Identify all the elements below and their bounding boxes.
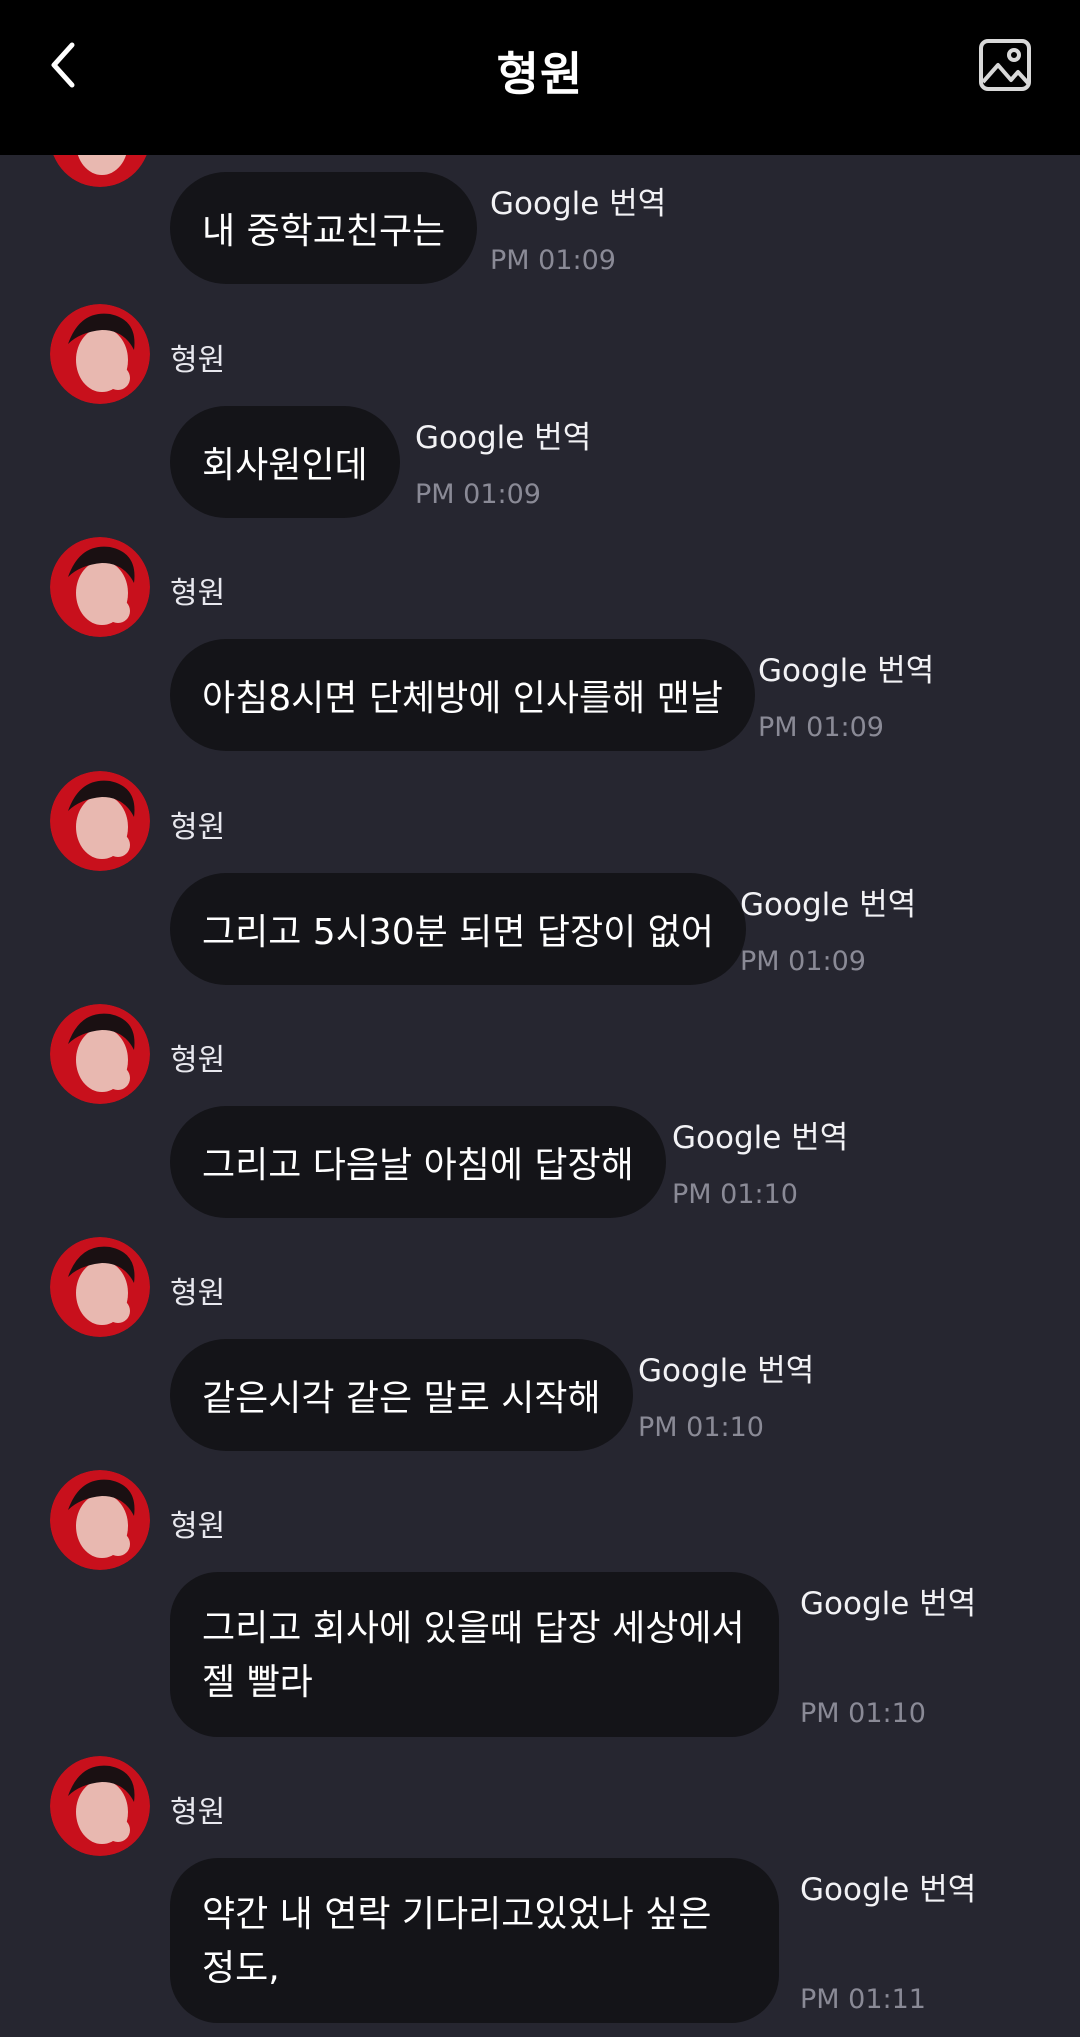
- message-bubble[interactable]: 그리고 5시30분 되면 답장이 없어: [170, 873, 746, 985]
- avatar[interactable]: [50, 537, 150, 637]
- sender-name: 형원: [170, 576, 226, 611]
- message-bubble[interactable]: 회사원인데: [170, 406, 400, 518]
- google-translate-link[interactable]: Google 번역: [415, 412, 591, 457]
- message-timestamp: PM 01:09: [415, 479, 541, 510]
- message-bubble[interactable]: 내 중학교친구는: [170, 172, 478, 284]
- message-timestamp: PM 01:10: [800, 1698, 926, 1729]
- chat-message-list[interactable]: 내 중학교친구는 Google 번역 PM 01:09 형원 회사원인데 Goo…: [0, 155, 1080, 2037]
- message-timestamp: PM 01:10: [638, 1412, 764, 1443]
- message-timestamp: PM 01:11: [800, 1984, 926, 2015]
- sender-name: 형원: [170, 1509, 226, 1544]
- message-bubble[interactable]: 아침8시면 단체방에 인사를해 맨날: [170, 639, 755, 751]
- chat-header: 형원: [0, 0, 1080, 155]
- message-bubble[interactable]: 같은시각 같은 말로 시작해: [170, 1339, 633, 1451]
- sender-name: 형원: [170, 1276, 226, 1311]
- google-translate-link[interactable]: Google 번역: [800, 1578, 976, 1623]
- google-translate-link[interactable]: Google 번역: [638, 1345, 814, 1390]
- chat-title: 형원: [496, 47, 584, 101]
- gallery-button[interactable]: [978, 38, 1032, 92]
- avatar[interactable]: [50, 155, 150, 187]
- sender-name: 형원: [170, 810, 226, 845]
- avatar[interactable]: [50, 1004, 150, 1104]
- avatar[interactable]: [50, 1237, 150, 1337]
- message-timestamp: PM 01:09: [758, 712, 884, 743]
- message-timestamp: PM 01:09: [490, 245, 616, 276]
- sender-name: 형원: [170, 343, 226, 378]
- google-translate-link[interactable]: Google 번역: [490, 178, 666, 223]
- avatar[interactable]: [50, 1756, 150, 1856]
- avatar[interactable]: [50, 1470, 150, 1570]
- image-icon: [979, 39, 1031, 91]
- message-bubble[interactable]: 약간 내 연락 기다리고있었나 싶은 정도,: [170, 1858, 779, 2023]
- google-translate-link[interactable]: Google 번역: [800, 1864, 976, 1909]
- avatar[interactable]: [50, 304, 150, 404]
- google-translate-link[interactable]: Google 번역: [740, 879, 916, 924]
- message-timestamp: PM 01:09: [740, 946, 866, 977]
- google-translate-link[interactable]: Google 번역: [672, 1112, 848, 1157]
- message-bubble[interactable]: 그리고 다음날 아침에 답장해: [170, 1106, 666, 1218]
- google-translate-link[interactable]: Google 번역: [758, 645, 934, 690]
- message-timestamp: PM 01:10: [672, 1179, 798, 1210]
- sender-name: 형원: [170, 1043, 226, 1078]
- sender-name: 형원: [170, 1795, 226, 1830]
- avatar[interactable]: [50, 771, 150, 871]
- message-bubble[interactable]: 그리고 회사에 있을때 답장 세상에서 젤 빨라: [170, 1572, 779, 1737]
